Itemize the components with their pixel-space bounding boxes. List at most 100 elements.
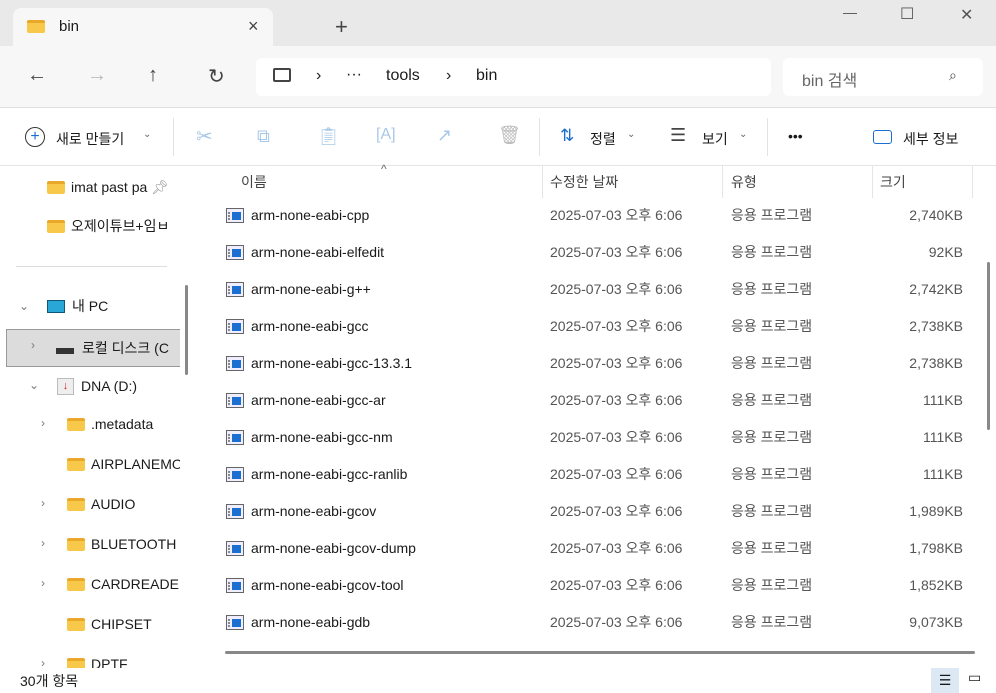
chevron-down-icon[interactable]: ⌄ <box>19 299 29 313</box>
chevron-down-icon[interactable]: ⌄ <box>29 378 39 392</box>
view-button[interactable]: 보기 <box>702 129 728 149</box>
chevron-right-icon[interactable]: › <box>41 496 45 510</box>
close-window-button[interactable]: ✕ <box>960 5 973 25</box>
close-tab-button[interactable]: × <box>248 16 259 37</box>
sidebar-item-folder[interactable]: AUDIO <box>67 486 135 522</box>
table-row[interactable]: arm-none-eabi-g++ 2025-07-03 오후 6:06 응용 … <box>196 271 976 308</box>
sidebar-item-label: CARDREADE <box>91 576 179 592</box>
sidebar-item-pinned[interactable]: 오제이튜브+임ㅂ <box>47 208 169 244</box>
column-header-date[interactable]: 수정한 날짜 <box>550 166 618 198</box>
refresh-button[interactable]: ↻ <box>208 64 225 89</box>
sidebar-item-folder[interactable]: DPTF <box>67 646 128 668</box>
pin-icon[interactable]: 📌︎ <box>151 179 169 196</box>
table-row[interactable]: arm-none-eabi-gcc 2025-07-03 오후 6:06 응용 … <box>196 308 976 345</box>
sidebar-scrollbar[interactable] <box>185 285 188 375</box>
details-view-button[interactable]: ☰ <box>931 668 959 693</box>
file-date: 2025-07-03 오후 6:06 <box>550 244 683 260</box>
cut-icon[interactable]: ✂ <box>196 124 213 149</box>
sidebar-item-folder[interactable]: .metadata <box>67 406 153 442</box>
sort-button[interactable]: 정렬 <box>590 129 616 149</box>
file-type: 응용 프로그램 <box>731 244 813 260</box>
tab-bin[interactable]: bin × <box>13 8 273 46</box>
file-size: 92KB <box>928 244 963 260</box>
file-size: 111KB <box>923 466 963 482</box>
horizontal-scrollbar[interactable] <box>225 651 975 654</box>
address-bar[interactable]: › ··· tools › bin <box>256 58 771 96</box>
chevron-right-icon[interactable]: › <box>41 656 45 668</box>
column-header-name[interactable]: 이름 <box>241 166 267 198</box>
up-button[interactable]: ↑ <box>148 64 158 87</box>
application-icon <box>226 541 244 556</box>
file-type: 응용 프로그램 <box>731 466 813 482</box>
sidebar-item-local-disk[interactable]: 로컬 디스크 (C <box>56 330 169 366</box>
chevron-right-icon[interactable]: › <box>41 416 45 430</box>
paste-icon[interactable]: 📋︎ <box>317 126 340 147</box>
tiles-view-button[interactable]: ▭ <box>968 669 981 686</box>
file-type: 응용 프로그램 <box>731 540 813 556</box>
delete-icon[interactable]: 🗑︎ <box>498 125 521 146</box>
application-icon <box>226 245 244 260</box>
sidebar-item-label: 내 PC <box>72 298 109 314</box>
drive-icon <box>56 348 74 354</box>
breadcrumb-tools[interactable]: tools <box>386 67 420 85</box>
sidebar-item-folder[interactable]: BLUETOOTH <box>67 526 176 562</box>
file-date: 2025-07-03 오후 6:06 <box>550 503 683 519</box>
minimize-button[interactable]: — <box>843 4 857 20</box>
sidebar-item-this-pc[interactable]: 내 PC <box>47 288 108 324</box>
file-date: 2025-07-03 오후 6:06 <box>550 355 683 371</box>
file-name: arm-none-eabi-cpp <box>251 207 370 223</box>
file-size: 111KB <box>923 392 963 408</box>
table-row[interactable]: arm-none-eabi-gcov-dump 2025-07-03 오후 6:… <box>196 530 976 567</box>
back-button[interactable]: ← <box>27 64 47 87</box>
details-button[interactable]: 세부 정보 <box>903 129 958 149</box>
new-tab-button[interactable]: + <box>335 14 348 40</box>
folder-icon <box>27 20 45 33</box>
table-row[interactable]: arm-none-eabi-gcc-ranlib 2025-07-03 오후 6… <box>196 456 976 493</box>
file-size: 1,852KB <box>909 577 963 593</box>
sidebar-item-dna[interactable]: ↓ DNA (D:) <box>57 368 137 404</box>
file-size: 111KB <box>923 429 963 445</box>
more-options-button[interactable]: ••• <box>788 128 803 144</box>
table-row[interactable]: arm-none-eabi-elfedit 2025-07-03 오후 6:06… <box>196 234 976 271</box>
copy-icon[interactable]: ⧉ <box>257 126 270 147</box>
file-date: 2025-07-03 오후 6:06 <box>550 281 683 297</box>
table-row[interactable]: arm-none-eabi-gcc-13.3.1 2025-07-03 오후 6… <box>196 345 976 382</box>
breadcrumb-overflow[interactable]: ··· <box>346 66 362 84</box>
search-input[interactable]: bin 검색 <box>802 67 857 91</box>
sidebar-item-label: AIRPLANEMO <box>91 456 180 472</box>
application-icon <box>226 430 244 445</box>
sidebar-item-label: DPTF <box>91 656 128 668</box>
application-icon <box>226 208 244 223</box>
share-icon[interactable]: ↗ <box>437 125 452 146</box>
table-row[interactable]: arm-none-eabi-gcc-nm 2025-07-03 오후 6:06 … <box>196 419 976 456</box>
sidebar-item-folder[interactable]: CHIPSET <box>67 606 152 642</box>
table-row[interactable]: arm-none-eabi-gcc-ar 2025-07-03 오후 6:06 … <box>196 382 976 419</box>
vertical-scrollbar[interactable] <box>987 262 990 430</box>
sidebar-item-label: .metadata <box>91 416 154 432</box>
chevron-right-icon[interactable]: › <box>41 536 45 550</box>
sidebar-item-folder[interactable]: CARDREADE <box>67 566 179 602</box>
column-header-type[interactable]: 유형 <box>731 166 757 198</box>
application-icon <box>226 319 244 334</box>
maximize-button[interactable]: ☐ <box>900 4 914 24</box>
rename-icon[interactable]: [A] <box>376 126 396 144</box>
chevron-right-icon[interactable]: › <box>31 338 35 352</box>
search-box[interactable]: bin 검색 ⌕ <box>783 58 983 96</box>
sidebar-item-folder[interactable]: AIRPLANEMO <box>67 446 180 482</box>
sort-icon: ⇅ <box>560 126 575 145</box>
file-date: 2025-07-03 오후 6:06 <box>550 429 683 445</box>
chevron-right-icon[interactable]: › <box>41 576 45 590</box>
forward-button[interactable]: → <box>87 64 107 87</box>
column-header-size[interactable]: 크기 <box>880 166 906 198</box>
file-type: 응용 프로그램 <box>731 355 813 371</box>
table-row[interactable]: arm-none-eabi-gcov 2025-07-03 오후 6:06 응용… <box>196 493 976 530</box>
table-row[interactable]: arm-none-eabi-cpp 2025-07-03 오후 6:06 응용 … <box>196 197 976 234</box>
new-button[interactable]: 새로 만들기 <box>56 129 124 149</box>
table-row[interactable]: arm-none-eabi-gdb 2025-07-03 오후 6:06 응용 … <box>196 604 976 641</box>
sidebar-item-pinned[interactable]: imat past pa 📌︎ <box>47 169 169 205</box>
table-row[interactable]: arm-none-eabi-gcov-tool 2025-07-03 오후 6:… <box>196 567 976 604</box>
file-size: 1,989KB <box>909 503 963 519</box>
file-name: arm-none-eabi-gcc-ranlib <box>251 466 408 482</box>
breadcrumb-bin[interactable]: bin <box>476 67 497 85</box>
file-name: arm-none-eabi-gcc-nm <box>251 429 393 445</box>
